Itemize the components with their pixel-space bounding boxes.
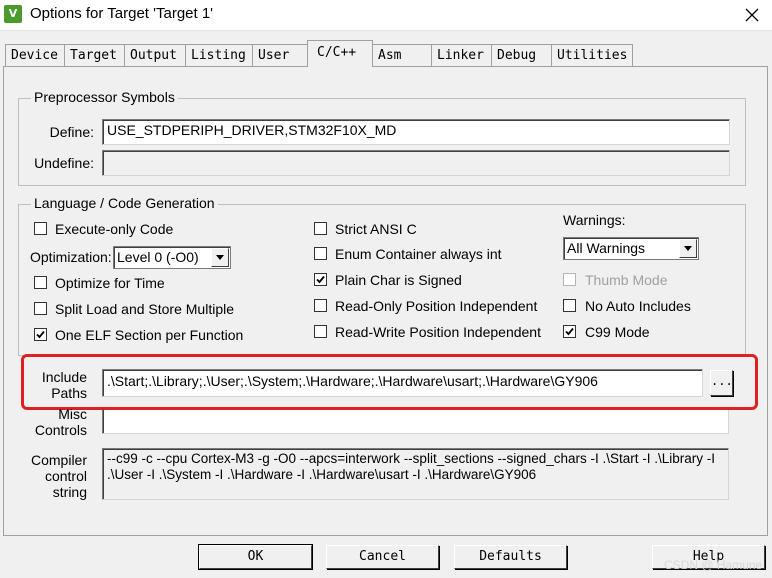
watermark: CSDN @ Hamune xyxy=(664,558,763,572)
keil-uvision-icon: V xyxy=(4,5,22,23)
split-load-checkbox[interactable] xyxy=(34,302,47,315)
tab-debug[interactable]: Debug xyxy=(491,44,552,66)
compiler-control-label: Compiler control string xyxy=(24,452,87,500)
execute-only-label: Execute-only Code xyxy=(55,221,174,237)
strict-ansi-label: Strict ANSI C xyxy=(335,221,417,237)
enum-container-checkbox[interactable] xyxy=(314,247,327,260)
tab-linker[interactable]: Linker xyxy=(431,44,492,66)
tab-user[interactable]: User xyxy=(252,44,308,66)
compiler-control-string: --c99 -c --cpu Cortex-M3 -g -O0 --apcs=i… xyxy=(102,448,729,500)
check-mark-icon xyxy=(316,275,325,284)
close-icon xyxy=(745,8,759,22)
thumb-mode-label: Thumb Mode xyxy=(585,272,668,288)
ok-button[interactable]: OK xyxy=(198,544,313,570)
one-elf-label: One ELF Section per Function xyxy=(55,327,244,343)
warnings-select[interactable]: All Warnings xyxy=(563,237,699,260)
misc-label-line1: Misc xyxy=(58,406,87,422)
warnings-label: Warnings: xyxy=(563,212,626,228)
chevron-down-icon xyxy=(216,255,224,260)
tab-output[interactable]: Output xyxy=(124,44,186,66)
c99-mode-label: C99 Mode xyxy=(585,324,650,340)
cancel-button[interactable]: Cancel xyxy=(326,545,439,569)
define-field[interactable]: USE_STDPERIPH_DRIVER,STM32F10X_MD xyxy=(102,119,730,145)
one-elf-checkbox[interactable] xyxy=(34,328,47,341)
compiler-label-line2: control xyxy=(44,468,87,484)
optimization-dropdown-arrow[interactable] xyxy=(211,248,229,267)
tab-device[interactable]: Device xyxy=(5,44,65,66)
plain-char-checkbox[interactable] xyxy=(314,273,327,286)
execute-only-checkbox[interactable] xyxy=(34,222,47,235)
rwpi-label: Read-Write Position Independent xyxy=(335,324,541,340)
undefine-field[interactable] xyxy=(102,150,730,176)
tab-strip: Device Target Output Listing User C/C++ … xyxy=(0,40,772,67)
optimization-label: Optimization: xyxy=(30,249,112,265)
split-load-label: Split Load and Store Multiple xyxy=(55,301,234,317)
strict-ansi-checkbox[interactable] xyxy=(314,222,327,235)
c99-mode-checkbox[interactable] xyxy=(563,325,576,338)
optimization-select[interactable]: Level 0 (-O0) xyxy=(113,246,231,269)
no-auto-includes-checkbox[interactable] xyxy=(563,299,576,312)
close-button[interactable] xyxy=(735,2,769,28)
compiler-label-line1: Compiler xyxy=(30,452,87,468)
chevron-down-icon xyxy=(684,246,692,251)
define-label: Define: xyxy=(49,124,94,140)
misc-controls-label: Misc Controls xyxy=(24,406,87,438)
optimization-value: Level 0 (-O0) xyxy=(117,249,199,265)
include-paths-highlight xyxy=(21,354,758,410)
window-title: Options for Target 'Target 1' xyxy=(30,5,214,22)
rwpi-checkbox[interactable] xyxy=(314,325,327,338)
ropi-label: Read-Only Position Independent xyxy=(335,298,538,314)
tab-target[interactable]: Target xyxy=(64,44,125,66)
optimize-time-checkbox[interactable] xyxy=(34,276,47,289)
check-mark-icon xyxy=(36,330,45,339)
options-dialog: V Options for Target 'Target 1' Device T… xyxy=(0,0,772,578)
optimize-time-label: Optimize for Time xyxy=(55,275,165,291)
misc-controls-field[interactable] xyxy=(102,410,729,434)
check-mark-icon xyxy=(565,327,574,336)
thumb-mode-checkbox xyxy=(563,273,576,286)
compiler-label-line3: string xyxy=(52,484,87,500)
misc-label-line2: Controls xyxy=(34,422,87,438)
defaults-button[interactable]: Defaults xyxy=(454,545,567,569)
ropi-checkbox[interactable] xyxy=(314,299,327,312)
tab-asm[interactable]: Asm xyxy=(372,44,432,66)
warnings-dropdown-arrow[interactable] xyxy=(679,239,697,258)
enum-container-label: Enum Container always int xyxy=(335,246,502,262)
warnings-value: All Warnings xyxy=(567,240,646,256)
tab-listing[interactable]: Listing xyxy=(185,44,253,66)
no-auto-includes-label: No Auto Includes xyxy=(585,298,691,314)
plain-char-label: Plain Char is Signed xyxy=(335,272,462,288)
codegen-legend: Language / Code Generation xyxy=(31,195,218,211)
preprocessor-legend: Preprocessor Symbols xyxy=(31,89,178,105)
tab-utilities[interactable]: Utilities xyxy=(551,44,633,66)
tab-c-cpp[interactable]: C/C++ xyxy=(307,40,373,67)
title-bar: V Options for Target 'Target 1' xyxy=(0,0,772,31)
undefine-label: Undefine: xyxy=(34,155,94,171)
